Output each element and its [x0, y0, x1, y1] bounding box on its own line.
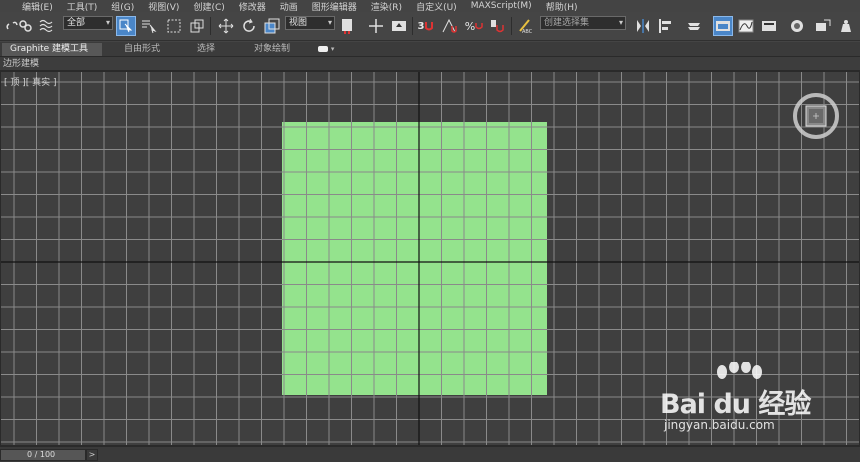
edit-named-selection-icon[interactable]: ABC [515, 16, 535, 36]
time-slider-bar: 0 / 100 > [0, 446, 860, 462]
curve-editor-icon[interactable] [736, 16, 756, 36]
chevron-down-icon: ▾ [327, 18, 332, 27]
menu-rendering[interactable]: 渲染(R) [371, 0, 402, 13]
menu-create[interactable]: 创建(C) [193, 0, 224, 13]
reference-coord-value: 视图 [289, 18, 308, 28]
chevron-down-icon: ▾ [105, 18, 110, 27]
named-selection-placeholder: 创建选择集 [544, 18, 590, 28]
viewport-label[interactable]: [ 顶 ][ 真实 ] [4, 75, 57, 88]
menu-group[interactable]: 组(G) [111, 0, 134, 13]
main-toolbar: 全部 ▾ 视图 ▾ 3 % ABC 创建选择集 ▾ [0, 12, 860, 41]
spinner-snap-icon[interactable] [487, 16, 507, 36]
percent-snap-icon[interactable]: % [464, 16, 484, 36]
rect-selection-region-icon[interactable] [164, 16, 184, 36]
toolbar-divider [210, 17, 211, 35]
time-slider[interactable]: 0 / 100 [0, 449, 86, 461]
select-manipulate-icon[interactable] [366, 16, 386, 36]
ribbon-options-dropdown[interactable]: ▾ [316, 43, 336, 56]
selection-filter-dropdown[interactable]: 全部 ▾ [63, 16, 113, 30]
menu-tools[interactable]: 工具(T) [67, 0, 98, 13]
menu-bar: 编辑(E) 工具(T) 组(G) 视图(V) 创建(C) 修改器 动画 图形编辑… [0, 0, 860, 13]
rotate-icon[interactable] [239, 16, 259, 36]
mirror-icon[interactable] [633, 16, 653, 36]
select-by-name-icon[interactable] [139, 16, 159, 36]
chevron-down-icon: ▾ [618, 18, 623, 27]
tab-selection[interactable]: 选择 [189, 43, 223, 56]
watermark-brand: Bai du 经验 [660, 389, 811, 420]
ribbon-tabs: Graphite 建模工具 自由形式 选择 对象绘制 ▾ [0, 42, 860, 57]
baidu-jingyan-watermark: Bai du 经验 jingyan.baidu.com [660, 362, 820, 442]
scale-icon[interactable] [262, 16, 282, 36]
named-selection-set-dropdown[interactable]: 创建选择集 ▾ [540, 16, 626, 30]
render-frame-window-icon[interactable] [836, 16, 856, 36]
bind-spacewarp-icon[interactable] [37, 16, 57, 36]
move-icon[interactable] [216, 16, 236, 36]
ribbon-panel-title: 边形建模 [0, 57, 860, 71]
tab-graphite-modeling-tools[interactable]: Graphite 建模工具 [2, 43, 102, 56]
menu-maxscript[interactable]: MAXScript(M) [471, 1, 532, 11]
layer-manager-icon[interactable] [684, 16, 704, 36]
svg-text:ABC: ABC [522, 29, 533, 34]
link-icon[interactable] [16, 16, 36, 36]
toolbar-divider [511, 17, 512, 35]
tab-freeform[interactable]: 自由形式 [116, 43, 168, 56]
keyboard-shortcut-icon[interactable] [389, 16, 409, 36]
reference-coord-dropdown[interactable]: 视图 ▾ [285, 16, 335, 30]
menu-help[interactable]: 帮助(H) [546, 0, 578, 13]
menu-animation[interactable]: 动画 [280, 0, 298, 13]
menu-view[interactable]: 视图(V) [148, 0, 179, 13]
material-editor-icon[interactable] [787, 16, 807, 36]
pivot-center-icon[interactable] [338, 16, 358, 36]
viewcube[interactable] [791, 92, 841, 140]
graphite-modeling-tools-toggle[interactable] [713, 16, 733, 36]
menu-edit[interactable]: 编辑(E) [22, 0, 53, 13]
menu-customize[interactable]: 自定义(U) [416, 0, 457, 13]
selection-filter-value: 全部 [67, 18, 86, 28]
align-icon[interactable] [656, 16, 676, 36]
tab-object-paint[interactable]: 对象绘制 [246, 43, 298, 56]
menu-modifiers[interactable]: 修改器 [239, 0, 266, 13]
next-frame-button[interactable]: > [86, 449, 98, 461]
menu-graph-editors[interactable]: 图形编辑器 [312, 0, 357, 13]
chevron-down-icon: ▾ [330, 45, 335, 53]
toolbar-divider [412, 17, 413, 35]
snaps-toggle-icon[interactable]: 3 [416, 16, 436, 36]
plane-object[interactable] [282, 122, 547, 395]
angle-snap-icon[interactable] [440, 16, 460, 36]
watermark-url: jingyan.baidu.com [664, 418, 775, 432]
select-object-button[interactable] [116, 16, 136, 36]
schematic-view-icon[interactable] [759, 16, 779, 36]
render-setup-icon[interactable] [813, 16, 833, 36]
ribbon-options-icon [318, 45, 328, 52]
snap-dimension-label: 3 [417, 20, 425, 32]
window-crossing-icon[interactable] [187, 16, 207, 36]
